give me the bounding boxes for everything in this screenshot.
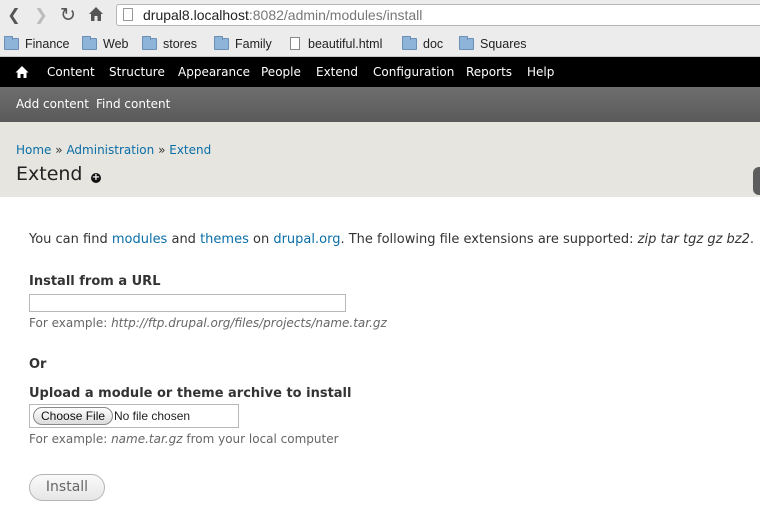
install-url-input[interactable] bbox=[29, 294, 346, 312]
breadcrumb-separator: » bbox=[55, 143, 63, 157]
folder-icon bbox=[459, 36, 474, 50]
upload-file-input[interactable]: Choose File No file chosen bbox=[29, 404, 239, 428]
page-title: Extend bbox=[16, 163, 83, 185]
address-bar[interactable]: drupal8.localhost:8082/admin/modules/ins… bbox=[116, 4, 760, 26]
forward-icon[interactable]: ❯ bbox=[31, 5, 51, 25]
shortcut-add-content[interactable]: Add content bbox=[16, 87, 89, 122]
folder-icon bbox=[82, 36, 97, 50]
folder-icon bbox=[214, 36, 229, 50]
install-button[interactable]: Install bbox=[29, 474, 105, 501]
page-header: Home » Administration » Extend Extend + bbox=[0, 122, 760, 197]
intro-text: You can find modules and themes on drupa… bbox=[29, 232, 755, 247]
toolbar-tray-handle[interactable] bbox=[753, 167, 760, 195]
home-icon[interactable] bbox=[86, 5, 106, 25]
toolbar-reports[interactable]: Reports bbox=[466, 57, 512, 87]
bookmark-web[interactable]: Web bbox=[82, 35, 128, 53]
bookmark-doc[interactable]: doc bbox=[402, 35, 443, 53]
url-host: drupal8.localhost bbox=[143, 7, 249, 23]
toolbar-extend[interactable]: Extend bbox=[316, 57, 358, 87]
shortcuts-bar: Add content Find content bbox=[0, 87, 760, 122]
bookmark-squares[interactable]: Squares bbox=[459, 35, 527, 53]
bookmarks-bar: Finance Web stores Family beautiful.html… bbox=[0, 31, 760, 57]
upload-hint: For example: name.tar.gz from your local… bbox=[29, 432, 339, 446]
folder-icon bbox=[4, 36, 19, 50]
or-label: Or bbox=[29, 357, 47, 372]
folder-icon bbox=[142, 36, 157, 50]
url-hint: For example: http://ftp.drupal.org/files… bbox=[29, 316, 387, 330]
themes-link[interactable]: themes bbox=[200, 232, 249, 247]
toolbar-appearance[interactable]: Appearance bbox=[178, 57, 250, 87]
toolbar-structure[interactable]: Structure bbox=[109, 57, 165, 87]
upload-field-label: Upload a module or theme archive to inst… bbox=[29, 386, 352, 401]
page-icon bbox=[123, 8, 133, 21]
drupal-org-link[interactable]: drupal.org bbox=[273, 232, 340, 247]
shortcut-find-content[interactable]: Find content bbox=[96, 87, 170, 122]
url-path: :8082/admin/modules/install bbox=[248, 7, 423, 23]
bookmark-stores[interactable]: stores bbox=[142, 35, 197, 53]
admin-toolbar: Content Structure Appearance People Exte… bbox=[0, 57, 760, 87]
breadcrumb-administration[interactable]: Administration bbox=[66, 143, 154, 157]
back-icon[interactable]: ❮ bbox=[4, 5, 24, 25]
home-icon[interactable] bbox=[14, 64, 30, 80]
folder-icon bbox=[402, 36, 417, 50]
bookmark-family[interactable]: Family bbox=[214, 35, 272, 53]
no-file-chosen-text: No file chosen bbox=[114, 409, 191, 423]
breadcrumb: Home » Administration » Extend bbox=[16, 143, 211, 157]
modules-link[interactable]: modules bbox=[112, 232, 168, 247]
breadcrumb-home[interactable]: Home bbox=[16, 143, 51, 157]
reload-icon[interactable]: ↻ bbox=[58, 5, 78, 25]
toolbar-help[interactable]: Help bbox=[527, 57, 554, 87]
url-field-label: Install from a URL bbox=[29, 274, 161, 289]
choose-file-button[interactable]: Choose File bbox=[33, 407, 114, 425]
supported-extensions: zip tar tgz gz bz2 bbox=[637, 232, 750, 247]
add-shortcut-icon[interactable]: + bbox=[91, 173, 101, 183]
toolbar-content[interactable]: Content bbox=[47, 57, 95, 87]
toolbar-people[interactable]: People bbox=[261, 57, 301, 87]
bookmark-finance[interactable]: Finance bbox=[4, 35, 69, 53]
bookmark-beautiful-html[interactable]: beautiful.html bbox=[290, 35, 382, 53]
browser-toolbar: ❮ ❯ ↻ drupal8.localhost:8082/admin/modul… bbox=[0, 0, 760, 31]
breadcrumb-extend[interactable]: Extend bbox=[169, 143, 211, 157]
page-icon bbox=[290, 37, 300, 50]
breadcrumb-separator: » bbox=[158, 143, 166, 157]
toolbar-configuration[interactable]: Configuration bbox=[373, 57, 454, 87]
